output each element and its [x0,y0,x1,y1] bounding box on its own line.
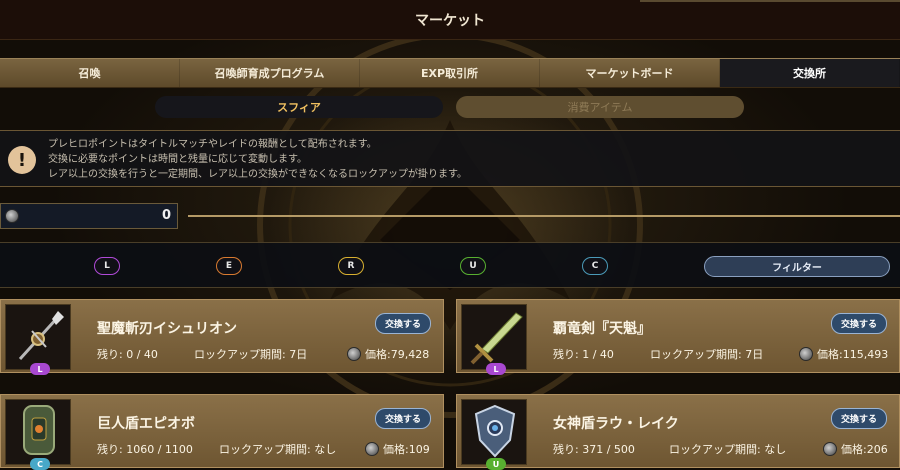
coin-icon [5,209,19,223]
exchange-item-card: L 聖魔斬刃イシュリオン 交換する 残り: 0 / 40 ロックアップ期間: 7… [0,299,444,375]
rank-badge: L [30,363,50,375]
remaining-count: 残り: 1 / 40 [553,348,614,361]
remaining-count: 残り: 1060 / 1100 [97,443,193,456]
sub-tab-bar: スフィア 消費アイテム [155,96,745,118]
exchange-button[interactable]: 交換する [375,408,431,429]
tab-exchange[interactable]: 交換所 [720,59,900,87]
remaining-count: 残り: 371 / 500 [553,443,635,456]
subtab-sphere[interactable]: スフィア [155,96,443,118]
points-balance: 0 [0,203,178,229]
item-name: 覇竜剣『天魁』 [553,321,651,337]
tab-market-board[interactable]: マーケットボード [540,59,720,87]
info-line: 交換に必要なポイントは時間と残量に応じて変動します。 [48,154,307,165]
item-name: 聖魔斬刃イシュリオン [97,321,237,337]
rank-badge: L [486,363,506,375]
coin-icon [823,442,837,456]
exchange-item-card: L 覇竜剣『天魁』 交換する 残り: 1 / 40 ロックアップ期間: 7日 価… [456,299,900,375]
main-tab-bar: 召喚 召喚師育成プログラム EXP取引所 マーケットボード 交換所 [0,58,900,88]
item-name: 女神盾ラウ・レイク [553,416,679,432]
info-notice: ! プレヒロポイントはタイトルマッチやレイドの報酬として配布されます。 交換に必… [0,130,900,187]
coin-icon [799,347,813,361]
filter-button[interactable]: フィルター [704,256,890,277]
info-line: プレヒロポイントはタイトルマッチやレイドの報酬として配布されます。 [48,139,377,150]
tower-shield-icon: C [5,399,71,470]
rarity-filter-e[interactable]: E [216,257,242,275]
rarity-filter-r[interactable]: R [338,257,364,275]
lockup-period: ロックアップ期間: 7日 [650,348,764,361]
item-price: 価格:206 [841,443,888,456]
remaining-count: 残り: 0 / 40 [97,348,158,361]
rank-badge: C [30,458,50,470]
page-title: マーケット [415,12,485,29]
points-value: 0 [161,208,171,223]
rarity-filter-l[interactable]: L [94,257,120,275]
rarity-filter-c[interactable]: C [582,257,608,275]
item-name: 巨人盾エピオボ [97,416,195,432]
exclamation-icon: ! [8,146,36,174]
item-price: 価格:115,493 [817,348,889,361]
sword-icon: L [461,304,527,375]
exchange-button[interactable]: 交換する [375,313,431,334]
coin-icon [365,442,379,456]
coin-icon [347,347,361,361]
tab-exp-exchange[interactable]: EXP取引所 [360,59,540,87]
exchange-item-card: C 巨人盾エピオボ 交換する 残り: 1060 / 1100 ロックアップ期間:… [0,394,444,470]
subtab-consumables[interactable]: 消費アイテム [456,96,744,118]
exchange-button[interactable]: 交換する [831,408,887,429]
item-price: 価格:109 [383,443,430,456]
title-bar-accent [640,0,900,2]
tab-summon[interactable]: 召喚 [0,59,180,87]
crest-shield-icon: U [461,399,527,470]
exchange-item-card: U 女神盾ラウ・レイク 交換する 残り: 371 / 500 ロックアップ期間:… [456,394,900,470]
lockup-period: ロックアップ期間: なし [219,443,337,456]
rank-badge: U [486,458,506,470]
rarity-filter-u[interactable]: U [460,257,486,275]
divider [188,215,900,217]
lockup-period: ロックアップ期間: 7日 [194,348,308,361]
info-line: レア以上の交換を行うと一定期間、レア以上の交換ができなくなるロックアップが掛りま… [48,169,467,180]
lockup-period: ロックアップ期間: なし [669,443,787,456]
title-bar: マーケット [0,0,900,40]
rarity-filter-row: L E R U C フィルター [0,242,900,288]
tab-summoner-training[interactable]: 召喚師育成プログラム [180,59,360,87]
exchange-button[interactable]: 交換する [831,313,887,334]
spear-icon: L [5,304,71,375]
item-price: 価格:79,428 [365,348,430,361]
